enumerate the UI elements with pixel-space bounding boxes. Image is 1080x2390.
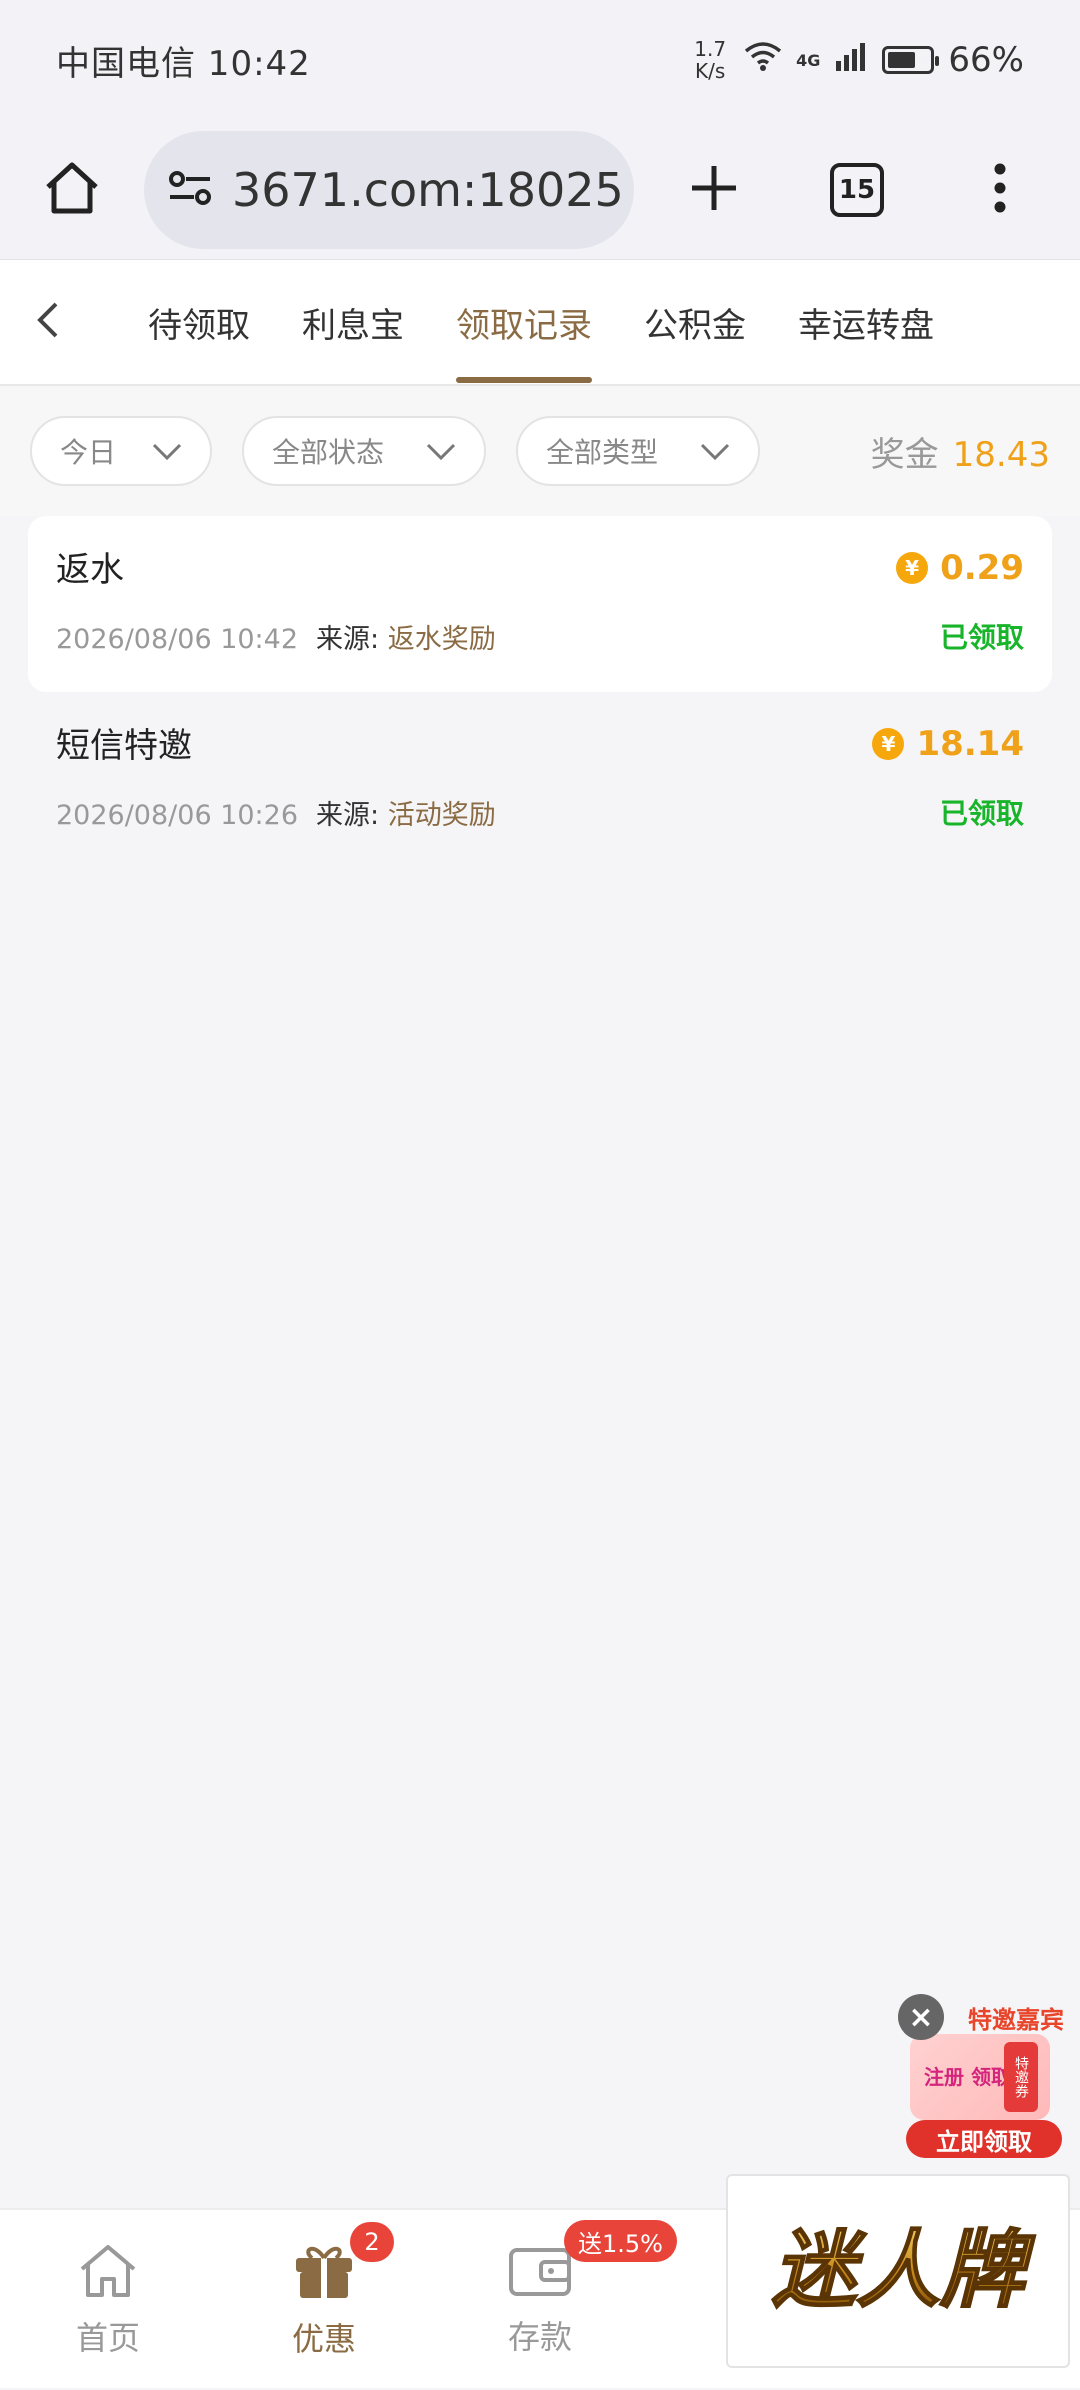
coin-icon: ¥ <box>872 728 905 760</box>
tab-lucky-wheel[interactable]: 幸运转盘 <box>798 260 934 384</box>
new-tab-button[interactable] <box>682 158 746 222</box>
nav-promotions-label: 优惠 <box>291 2320 356 2358</box>
more-menu-button[interactable] <box>968 158 1032 222</box>
site-settings-icon[interactable] <box>166 168 214 212</box>
net-speed-unit: K/s <box>695 59 726 83</box>
tab-switcher-button[interactable]: 15 <box>830 162 884 217</box>
chevron-down-icon <box>700 435 730 468</box>
gift-envelope-icon: 注册 领取 特邀券 <box>910 2034 1050 2120</box>
status-filter-select[interactable]: 全部状态 <box>242 416 486 486</box>
tab-claim-records[interactable]: 领取记录 <box>456 260 592 384</box>
chevron-down-icon <box>426 435 456 468</box>
record-datetime: 2026/08/06 10:26 <box>56 800 299 831</box>
close-icon[interactable]: × <box>898 1994 944 2040</box>
wifi-icon <box>744 40 782 80</box>
status-badge: 已领取 <box>939 797 1024 830</box>
chevron-left-icon <box>36 300 60 344</box>
home-icon <box>76 2241 140 2307</box>
url-text[interactable]: 3671.com:18025 <box>232 163 624 217</box>
home-button[interactable] <box>40 158 104 222</box>
tab-provident-fund[interactable]: 公积金 <box>644 260 746 384</box>
coin-icon: ¥ <box>896 552 929 584</box>
record-amount: ¥ 18.14 <box>872 724 1024 764</box>
brand-logo[interactable]: 迷人牌 <box>726 2174 1070 2368</box>
url-bar[interactable]: 3671.com:18025 <box>144 130 634 249</box>
record-amount: ¥ 0.29 <box>896 548 1024 588</box>
battery-icon <box>882 46 940 74</box>
floating-promo-banner[interactable]: × 特邀嘉宾 注册 领取 特邀券 立即领取 <box>898 1992 1064 2162</box>
nav-home[interactable]: 首页 <box>0 2210 216 2390</box>
list-item[interactable]: 短信特邀 ¥ 18.14 2026/08/06 10:26 来源: 活动奖励 已领… <box>28 692 1052 868</box>
record-meta: 2026/08/06 10:26 来源: 活动奖励 <box>56 793 496 832</box>
deposit-bonus-tag: 送1.5% <box>564 2220 677 2262</box>
date-filter-value: 今日 <box>60 436 117 469</box>
nav-home-label: 首页 <box>75 2319 140 2357</box>
tab-pending[interactable]: 待领取 <box>148 260 250 384</box>
record-amount-value: 0.29 <box>940 548 1024 588</box>
status-icons: 1.7 K/s 4G 66% <box>690 38 1024 82</box>
filter-bar: 今日 全部状态 全部类型 奖金 18.43 <box>0 386 1080 516</box>
promo-coupon-text: 特邀券 <box>1004 2042 1038 2112</box>
back-button[interactable] <box>0 260 96 384</box>
home-icon <box>42 159 102 221</box>
status-filter-value: 全部状态 <box>272 436 385 469</box>
brand-logo-image: 迷人牌 <box>771 2219 1037 2320</box>
signal-icon <box>834 40 868 80</box>
browser-toolbar: 3671.com:18025 15 <box>0 120 1080 260</box>
type-filter-value: 全部类型 <box>546 436 659 469</box>
record-amount-value: 18.14 <box>916 724 1024 764</box>
chevron-down-icon <box>152 435 182 468</box>
network-type: 4G <box>796 50 821 70</box>
nav-deposit[interactable]: 存款 送1.5% <box>432 2210 677 2390</box>
bonus-total: 奖金 18.43 <box>871 427 1050 476</box>
bonus-label: 奖金 <box>870 434 939 475</box>
category-tabs: 待领取 利息宝 领取记录 公积金 幸运转盘 <box>0 260 1080 386</box>
type-filter-select[interactable]: 全部类型 <box>516 416 760 486</box>
bonus-value: 18.43 <box>952 434 1050 475</box>
status-badge: 已领取 <box>939 621 1024 654</box>
carrier-time: 中国电信 10:42 <box>56 43 311 84</box>
net-speed-value: 1.7 <box>694 37 727 61</box>
date-filter-select[interactable]: 今日 <box>30 416 212 486</box>
claim-now-button[interactable]: 立即领取 <box>906 2120 1062 2158</box>
wallet-icon <box>507 2242 573 2306</box>
promo-register-text: 注册 领取 <box>924 2065 1011 2089</box>
record-title: 返水 <box>56 550 124 590</box>
gift-icon <box>292 2240 356 2308</box>
record-source: 返水奖励 <box>387 624 496 655</box>
record-meta: 2026/08/06 10:42 来源: 返水奖励 <box>56 617 496 656</box>
brand-logo-text: 迷人牌 <box>772 2220 1036 2319</box>
more-vertical-icon <box>993 162 1007 218</box>
record-source-label: 来源: <box>316 800 380 831</box>
claim-record-list: 返水 ¥ 0.29 2026/08/06 10:42 来源: 返水奖励 已领取 短… <box>28 516 1052 868</box>
net-speed: 1.7 K/s <box>690 38 730 82</box>
nav-deposit-label: 存款 <box>507 2318 572 2356</box>
tab-interest[interactable]: 利息宝 <box>302 260 404 384</box>
notification-badge: 2 <box>350 2222 394 2262</box>
battery-percent: 66% <box>948 40 1024 80</box>
nav-promotions[interactable]: 优惠 2 <box>216 2210 432 2390</box>
list-item[interactable]: 返水 ¥ 0.29 2026/08/06 10:42 来源: 返水奖励 已领取 <box>28 516 1052 692</box>
record-source-label: 来源: <box>316 624 380 655</box>
record-datetime: 2026/08/06 10:42 <box>56 624 299 655</box>
record-source: 活动奖励 <box>387 800 496 831</box>
plus-icon <box>688 162 740 218</box>
status-bar: 中国电信 10:42 1.7 K/s 4G 66% <box>0 0 1080 120</box>
